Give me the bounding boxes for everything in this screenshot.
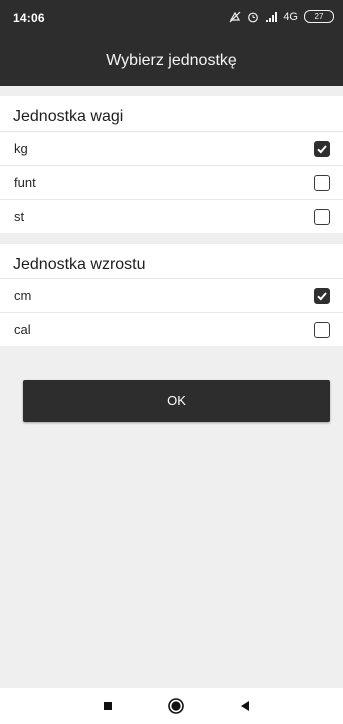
weight-option-kg[interactable]: kg bbox=[0, 131, 343, 165]
page-title: Wybierz jednostkę bbox=[106, 52, 237, 69]
signal-icon bbox=[265, 11, 278, 23]
option-label: st bbox=[14, 209, 25, 224]
mute-icon bbox=[229, 11, 241, 23]
title-bar: Wybierz jednostkę bbox=[0, 36, 343, 86]
height-option-cm[interactable]: cm bbox=[0, 278, 343, 312]
status-icons: 4G 27 bbox=[229, 10, 334, 23]
checkbox-checked-icon[interactable] bbox=[314, 288, 330, 304]
alarm-icon bbox=[247, 11, 259, 23]
height-section-title: Jednostka wzrostu bbox=[13, 256, 146, 273]
ok-button[interactable]: OK bbox=[23, 380, 330, 422]
system-nav-bar bbox=[0, 688, 343, 724]
option-label: kg bbox=[14, 141, 28, 156]
option-label: funt bbox=[14, 175, 36, 190]
height-option-cal[interactable]: cal bbox=[0, 312, 343, 346]
weight-section-title: Jednostka wagi bbox=[13, 108, 124, 125]
recents-square-icon[interactable] bbox=[98, 696, 118, 716]
back-triangle-icon[interactable] bbox=[235, 696, 255, 716]
status-bar: 14:06 4G 27 bbox=[0, 0, 343, 36]
battery-icon: 27 bbox=[304, 10, 334, 23]
status-time: 14:06 bbox=[13, 11, 45, 25]
network-type-icon: 4G bbox=[283, 10, 298, 23]
checkbox-unchecked-icon[interactable] bbox=[314, 322, 330, 338]
checkbox-unchecked-icon[interactable] bbox=[314, 209, 330, 225]
weight-unit-panel: Jednostka wagi kg funt st bbox=[0, 96, 343, 233]
home-circle-icon[interactable] bbox=[166, 696, 186, 716]
checkbox-checked-icon[interactable] bbox=[314, 141, 330, 157]
weight-option-funt[interactable]: funt bbox=[0, 165, 343, 199]
option-label: cm bbox=[14, 288, 32, 303]
checkbox-unchecked-icon[interactable] bbox=[314, 175, 330, 191]
height-unit-panel: Jednostka wzrostu cm cal bbox=[0, 244, 343, 346]
weight-option-st[interactable]: st bbox=[0, 199, 343, 233]
option-label: cal bbox=[14, 322, 31, 337]
